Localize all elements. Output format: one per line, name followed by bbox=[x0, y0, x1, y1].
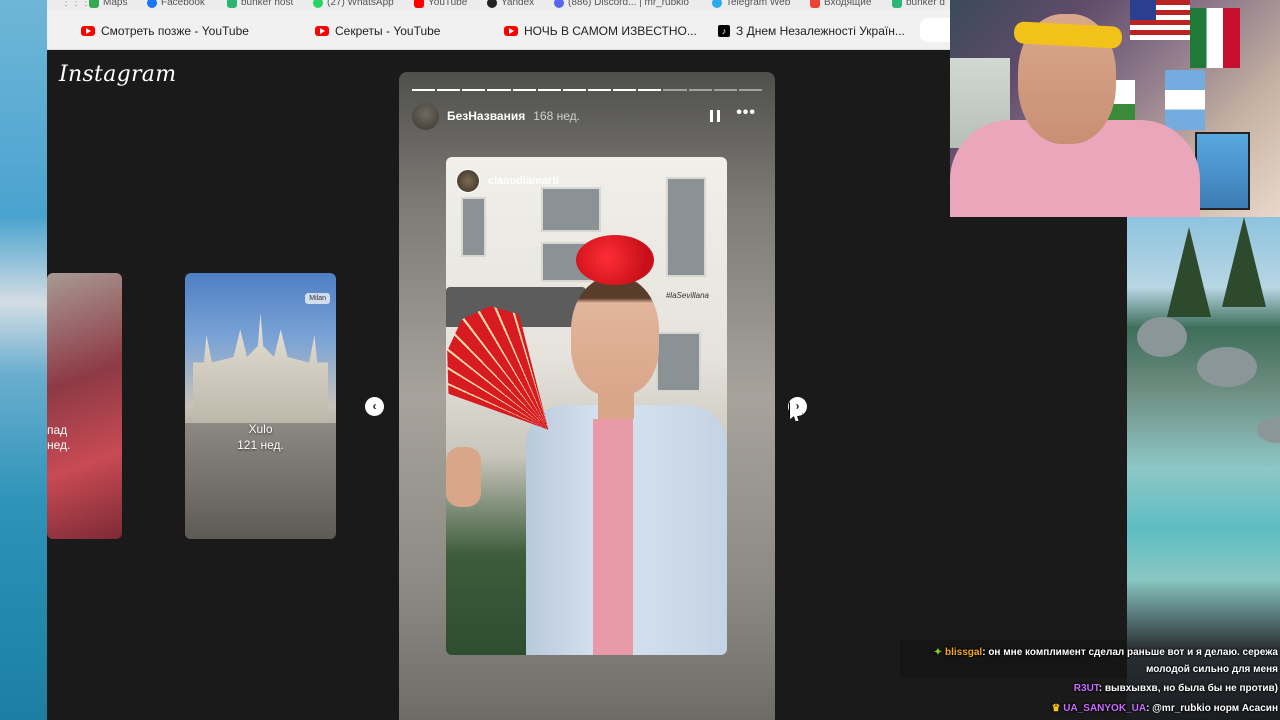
pause-icon[interactable] bbox=[710, 110, 720, 122]
story-progress-bar bbox=[412, 89, 762, 91]
progress-segment bbox=[713, 89, 737, 91]
progress-segment bbox=[462, 89, 486, 91]
desktop-wallpaper-left bbox=[0, 0, 47, 720]
window-shape bbox=[541, 187, 601, 232]
tshirt-shape bbox=[593, 419, 633, 655]
active-tab-edge[interactable] bbox=[920, 18, 950, 42]
discord-icon bbox=[554, 0, 564, 8]
progress-segment bbox=[638, 89, 662, 91]
progress-segment bbox=[613, 89, 637, 91]
chat-backdrop bbox=[900, 640, 1127, 678]
chat-message: молодой сильно для меня bbox=[1146, 664, 1278, 675]
bookmark-telegram[interactable]: Telegram Web bbox=[712, 0, 790, 8]
window-shape bbox=[666, 177, 706, 277]
webcam-overlay bbox=[950, 0, 1280, 217]
mail-icon bbox=[810, 0, 820, 8]
youtube-icon bbox=[504, 26, 518, 36]
bookmark-maps[interactable]: Maps bbox=[89, 0, 127, 8]
progress-segment bbox=[412, 89, 436, 91]
bunker-icon bbox=[227, 0, 237, 8]
tiktok-icon: ♪ bbox=[718, 25, 730, 37]
progress-segment bbox=[487, 89, 511, 91]
instagram-logo[interactable]: Instagram bbox=[59, 62, 176, 87]
tab-tiktok[interactable]: ♪ З Днем Незалежності Україн... bbox=[718, 22, 905, 40]
story-header: БезНазвания 168 нед. ••• bbox=[412, 102, 762, 130]
story-preview-card[interactable]: пад нед. bbox=[47, 273, 122, 539]
yandex-icon bbox=[487, 0, 497, 8]
progress-segment bbox=[537, 89, 561, 91]
flower-shape bbox=[576, 235, 654, 285]
progress-segment bbox=[512, 89, 536, 91]
bookmark-whatsapp[interactable]: (27) WhatsApp bbox=[313, 0, 394, 8]
avatar[interactable] bbox=[412, 102, 439, 130]
rock-shape bbox=[1197, 347, 1257, 387]
chat-message: ♛ UA_SANYOK_UA: @mr_rubkio норм Асасин bbox=[1051, 703, 1278, 714]
youtube-icon bbox=[315, 26, 329, 36]
rock-shape bbox=[1257, 417, 1280, 443]
bookmark-facebook[interactable]: Facebook bbox=[147, 0, 205, 8]
bookmark-inbox[interactable]: Входящие bbox=[810, 0, 871, 8]
crown-icon: ♛ bbox=[1051, 703, 1064, 714]
avatar bbox=[456, 169, 480, 193]
bookmarks-bar: ⋮⋮⋮ Maps Facebook bunker host (27) Whats… bbox=[47, 0, 950, 10]
progress-segment bbox=[663, 89, 687, 91]
story-preview-card[interactable]: Milan Xulo 121 нед. bbox=[185, 273, 336, 539]
progress-segment bbox=[738, 89, 762, 91]
location-tag: Milan bbox=[305, 293, 330, 304]
progress-segment bbox=[562, 89, 586, 91]
bookmark-discord[interactable]: (886) Discord... | mr_rubkio bbox=[554, 0, 689, 8]
chat-message: ✦ blissgal: он мне комплимент сделал ран… bbox=[933, 647, 1278, 658]
story-preview-label: пад нед. bbox=[47, 423, 71, 452]
story-viewer[interactable]: БезНазвания 168 нед. ••• claaudiamarti #… bbox=[399, 72, 775, 720]
tree-shape bbox=[1167, 227, 1211, 317]
progress-segment bbox=[587, 89, 612, 91]
whatsapp-icon bbox=[313, 0, 323, 8]
bookmark-yandex[interactable]: Yandex bbox=[487, 0, 534, 8]
rock-shape bbox=[1137, 317, 1187, 357]
telegram-icon bbox=[712, 0, 722, 8]
progress-segment bbox=[437, 89, 461, 91]
cathedral-image bbox=[193, 313, 328, 423]
flag-mexico-shape bbox=[1190, 8, 1240, 68]
chat-message: R3UT: вывхывхв, но была бы не против) bbox=[1073, 683, 1278, 694]
story-time: 168 нед. bbox=[533, 109, 580, 123]
stream-chat: ✦ blissgal: он мне комплимент сделал ран… bbox=[900, 640, 1280, 720]
bookmark-bunker-d[interactable]: bunker d bbox=[892, 0, 945, 8]
more-options-icon[interactable]: ••• bbox=[736, 104, 756, 122]
hand-shape bbox=[446, 447, 481, 507]
photo-hashtag: #laSevillana bbox=[665, 291, 709, 300]
window-shape bbox=[461, 197, 486, 257]
story-username[interactable]: БезНазвания bbox=[447, 109, 525, 123]
photo-username: claaudiamarti bbox=[456, 169, 559, 193]
story-preview-label: Xulo 121 нед. bbox=[237, 422, 284, 452]
maps-icon bbox=[89, 0, 99, 8]
tabs-bar: Смотреть позже - YouTube Секреты - YouTu… bbox=[47, 10, 950, 50]
youtube-icon bbox=[81, 26, 95, 36]
youtube-icon bbox=[414, 0, 424, 8]
tab-watch-later[interactable]: Смотреть позже - YouTube bbox=[81, 22, 249, 40]
monitor-shape bbox=[1195, 132, 1250, 210]
progress-segment bbox=[688, 89, 712, 91]
story-photo: claaudiamarti #laSevillana bbox=[446, 157, 727, 655]
facebook-icon bbox=[147, 0, 157, 8]
window-shape bbox=[656, 332, 701, 392]
bunker-icon bbox=[892, 0, 902, 8]
apps-grid-icon[interactable]: ⋮⋮⋮ bbox=[61, 0, 91, 8]
flag-usa-shape bbox=[1130, 0, 1190, 40]
sparkle-icon: ✦ bbox=[933, 647, 945, 658]
tree-shape bbox=[1222, 217, 1266, 307]
tab-night[interactable]: НОЧЬ В САМОМ ИЗВЕСТНО... bbox=[504, 22, 697, 40]
bookmark-bunker-host[interactable]: bunker host bbox=[227, 0, 293, 8]
tab-secrets[interactable]: Секреты - YouTube bbox=[315, 22, 440, 40]
bookmark-youtube[interactable]: YouTube bbox=[414, 0, 467, 8]
head-shape bbox=[571, 277, 659, 395]
flag-argentina-shape bbox=[1165, 70, 1205, 130]
previous-story-button[interactable]: ‹ bbox=[365, 397, 384, 416]
